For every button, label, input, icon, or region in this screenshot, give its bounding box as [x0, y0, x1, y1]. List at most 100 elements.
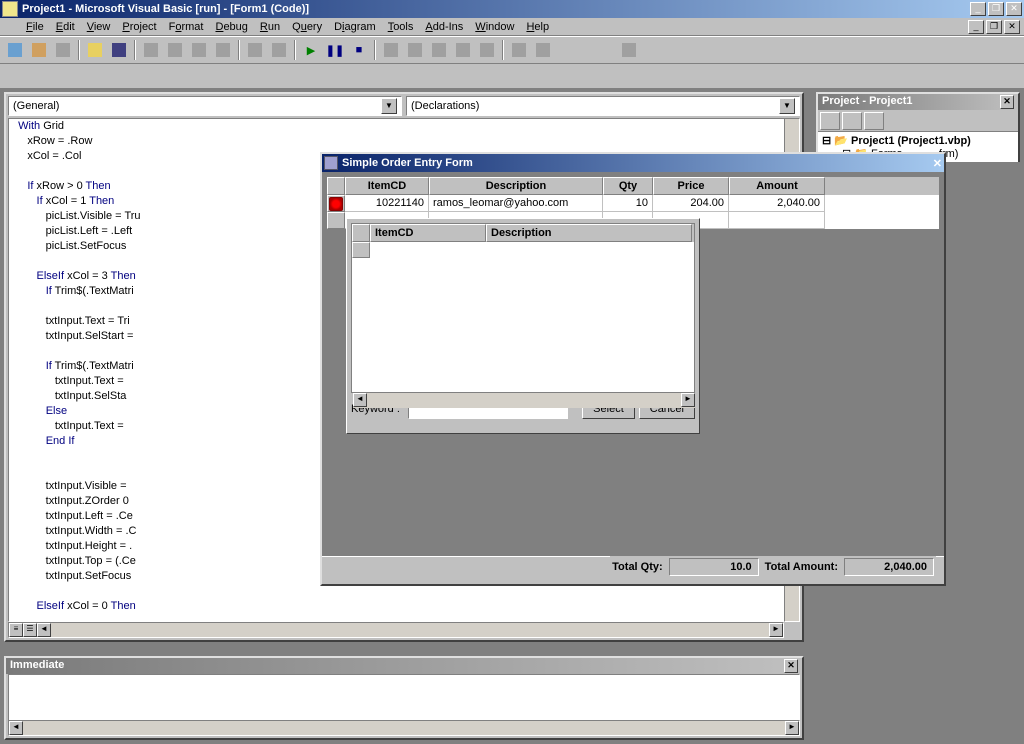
code-line: With Grid [9, 119, 799, 134]
delete-icon [329, 197, 343, 211]
col-price[interactable]: Price [653, 177, 729, 195]
menu-editor-button[interactable] [52, 39, 74, 61]
menu-diagram[interactable]: Diagram [328, 20, 382, 34]
save-button[interactable] [108, 39, 130, 61]
total-qty-value: 10.0 [669, 558, 759, 576]
menu-edit[interactable]: Edit [50, 20, 81, 34]
lookup-body[interactable] [352, 242, 694, 392]
menu-help[interactable]: Help [520, 20, 555, 34]
menu-debug[interactable]: Debug [209, 20, 253, 34]
code-line: ElseIf xCol = 0 Then [9, 599, 799, 614]
dataview-button[interactable] [508, 39, 530, 61]
row-delete-icon[interactable] [327, 195, 345, 212]
undo-button[interactable] [244, 39, 266, 61]
chevron-down-icon[interactable]: ▼ [779, 98, 795, 114]
form-layout-button[interactable] [428, 39, 450, 61]
object-browser-button[interactable] [452, 39, 474, 61]
total-qty-label: Total Qty: [612, 561, 663, 573]
procedure-combo-value: (Declarations) [411, 100, 479, 112]
properties-button[interactable] [404, 39, 426, 61]
col-description[interactable]: Description [429, 177, 603, 195]
menu-format[interactable]: Format [163, 20, 210, 34]
break-button[interactable]: ❚❚ [324, 39, 346, 61]
view-object-button[interactable] [842, 112, 862, 130]
mdi-minimize-button[interactable]: _ [968, 20, 984, 34]
menu-tools[interactable]: Tools [382, 20, 420, 34]
mdi-area: (General) ▼ (Declarations) ▼ With Grid x… [0, 88, 1024, 744]
paste-button[interactable] [188, 39, 210, 61]
grid-corner [327, 177, 345, 195]
redo-button[interactable] [268, 39, 290, 61]
scroll-right-button[interactable]: ► [785, 721, 799, 735]
app-icon [2, 1, 18, 17]
order-form-title: Simple Order Entry Form [342, 157, 473, 169]
immediate-title-text: Immediate [10, 659, 64, 673]
order-entry-form: Simple Order Entry Form ✕ ItemCD Descrip… [320, 152, 946, 586]
total-amount-label: Total Amount: [765, 561, 838, 573]
cut-button[interactable] [140, 39, 162, 61]
immediate-close-button[interactable]: ✕ [784, 659, 798, 673]
close-button[interactable]: ✕ [1006, 2, 1022, 16]
col-amount[interactable]: Amount [729, 177, 825, 195]
proc-view-icon[interactable]: ≡ [9, 623, 23, 637]
menu-query[interactable]: Query [286, 20, 328, 34]
order-form-close-button[interactable]: ✕ [933, 157, 942, 170]
cell-description[interactable]: ramos_leomar@yahoo.com [429, 195, 603, 212]
row-header [327, 212, 345, 229]
lookup-col-description[interactable]: Description [486, 224, 692, 242]
menu-project[interactable]: Project [116, 20, 162, 34]
full-view-icon[interactable]: ☰ [23, 623, 37, 637]
lookup-scrollbar[interactable]: ◄ ► [353, 392, 695, 408]
panel-close-button[interactable]: ✕ [1000, 95, 1014, 109]
standard-toolbar: ▶ ❚❚ ■ [0, 36, 1024, 64]
minimize-button[interactable]: _ [970, 2, 986, 16]
procedure-combo[interactable]: (Declarations) ▼ [406, 96, 800, 116]
toolbox-button[interactable] [476, 39, 498, 61]
lookup-popup: ItemCD Description ◄ ► Keyword : Select … [346, 218, 700, 434]
code-line [9, 584, 799, 599]
menu-window[interactable]: Window [469, 20, 520, 34]
maximize-button[interactable]: ❐ [988, 2, 1004, 16]
menu-run[interactable]: Run [254, 20, 286, 34]
open-button[interactable] [84, 39, 106, 61]
grid-row[interactable]: 10221140 ramos_leomar@yahoo.com 10 204.0… [327, 195, 939, 212]
menu-addins[interactable]: Add-Ins [419, 20, 469, 34]
scroll-right-button[interactable]: ► [769, 623, 783, 637]
scroll-right-button[interactable]: ► [681, 393, 695, 407]
end-button[interactable]: ■ [348, 39, 370, 61]
start-button[interactable]: ▶ [300, 39, 322, 61]
menu-file[interactable]: File [20, 20, 50, 34]
lookup-grid[interactable]: ItemCD Description ◄ ► [351, 223, 695, 393]
copy-button[interactable] [164, 39, 186, 61]
mdi-restore-button[interactable]: ❐ [986, 20, 1002, 34]
mdi-close-button[interactable]: ✕ [1004, 20, 1020, 34]
align-button[interactable] [618, 39, 640, 61]
immediate-scrollbar[interactable]: ◄ ► [8, 720, 800, 736]
add-item-button[interactable] [28, 39, 50, 61]
scroll-left-button[interactable]: ◄ [353, 393, 367, 407]
h-scrollbar[interactable]: ≡ ☰ ◄ ► [8, 622, 784, 638]
toggle-folders-button[interactable] [864, 112, 884, 130]
object-combo[interactable]: (General) ▼ [8, 96, 402, 116]
chevron-down-icon[interactable]: ▼ [381, 98, 397, 114]
project-explorer-button[interactable] [380, 39, 402, 61]
view-code-button[interactable] [820, 112, 840, 130]
cell-qty[interactable]: 10 [603, 195, 653, 212]
immediate-input[interactable] [8, 674, 800, 722]
lookup-corner [352, 224, 370, 242]
scroll-left-button[interactable]: ◄ [9, 721, 23, 735]
find-button[interactable] [212, 39, 234, 61]
form-icon [324, 156, 338, 170]
col-itemcd[interactable]: ItemCD [345, 177, 429, 195]
lookup-col-itemcd[interactable]: ItemCD [370, 224, 486, 242]
col-qty[interactable]: Qty [603, 177, 653, 195]
cell-itemcd[interactable]: 10221140 [345, 195, 429, 212]
component-button[interactable] [532, 39, 554, 61]
cell-price[interactable]: 204.00 [653, 195, 729, 212]
total-amount-value: 2,040.00 [844, 558, 934, 576]
scroll-left-button[interactable]: ◄ [37, 623, 51, 637]
cell-amount[interactable]: 2,040.00 [729, 195, 825, 212]
object-combo-value: (General) [13, 100, 59, 112]
menu-view[interactable]: View [81, 20, 117, 34]
add-project-button[interactable] [4, 39, 26, 61]
